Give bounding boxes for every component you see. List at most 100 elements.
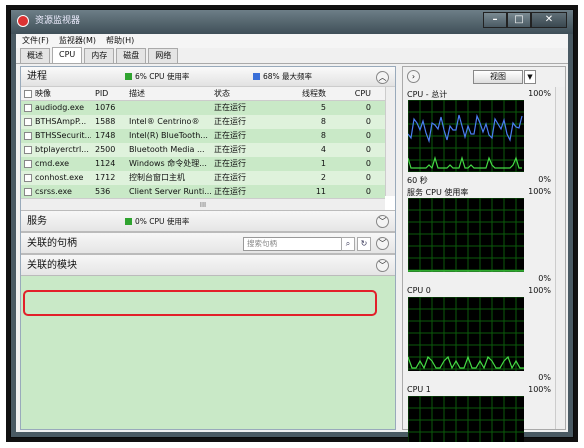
close-button[interactable]: ✕	[531, 12, 567, 28]
service-cpu-graph	[408, 198, 524, 272]
col-pid[interactable]: PID	[95, 87, 125, 101]
service-cpu-max: 100%	[528, 187, 551, 196]
services-section-header[interactable]: 服务 0% CPU 使用率 ﹀	[21, 210, 395, 232]
select-all-checkbox[interactable]	[24, 90, 32, 98]
row-checkbox[interactable]	[24, 132, 32, 140]
modules-title: 关联的模块	[27, 260, 77, 271]
table-cell: 正在运行	[214, 117, 246, 126]
process-section-header[interactable]: 进程 6% CPU 使用率 68% 最大频率 ︿	[21, 67, 395, 87]
col-image[interactable]: 映像	[35, 87, 85, 101]
cpu-total-graph	[408, 100, 524, 172]
services-cpu-swatch	[125, 218, 132, 225]
table-row[interactable]: conhost.exe 1712 控制台窗口主机 正在运行 2 0	[21, 171, 385, 185]
handles-section-header[interactable]: 关联的句柄 搜索句柄 ⌕ ↻ ﹀	[21, 232, 395, 254]
table-cell: 1748	[95, 131, 116, 140]
cpu0-graph	[408, 297, 524, 371]
table-cell: 2500	[95, 145, 116, 154]
table-cell: 正在运行	[214, 173, 246, 182]
cpu-total-max: 100%	[528, 89, 551, 98]
view-button[interactable]: 视图	[473, 70, 523, 84]
table-cell: 1588	[95, 117, 116, 126]
table-cell: 8	[320, 131, 326, 140]
cpu1-max: 100%	[528, 385, 551, 394]
chevron-down-icon[interactable]: ▼	[524, 70, 536, 84]
table-cell: cmd.exe	[35, 159, 70, 168]
table-row[interactable]: audiodg.exe 1076 正在运行 5 0	[21, 101, 385, 115]
process-cpu-usage: 6% CPU 使用率	[135, 72, 190, 81]
table-cell: Intel(R) BlueTooth...	[129, 131, 208, 140]
row-checkbox[interactable]	[24, 118, 32, 126]
menu-bar: 文件(F) 监视器(M) 帮助(H)	[16, 34, 568, 48]
services-cpu-usage: 0% CPU 使用率	[135, 217, 190, 226]
tab-disk[interactable]: 磁盘	[116, 48, 147, 63]
app-icon	[17, 15, 29, 27]
row-checkbox[interactable]	[24, 146, 32, 154]
row-checkbox[interactable]	[24, 188, 32, 196]
table-cell: BTHSSecurit...	[35, 131, 91, 140]
cpu-total-label: CPU - 总计	[407, 90, 448, 99]
table-row[interactable]: BTHSAmpP... 1588 Intel® Centrino® 正在运行 8 0	[21, 115, 385, 129]
expand-icon[interactable]: ﹀	[376, 259, 389, 272]
table-cell: 11	[315, 187, 326, 196]
table-cell: 1712	[95, 173, 116, 182]
expand-icon[interactable]: ﹀	[376, 237, 389, 250]
table-cell: 0	[365, 145, 371, 154]
process-horizontal-scrollbar[interactable]: III	[21, 198, 385, 210]
table-cell: 8	[320, 117, 326, 126]
services-title: 服务	[27, 216, 47, 227]
cpu-total-frequency-line	[408, 113, 523, 144]
table-row[interactable]: btplayerctrl... 2500 Bluetooth Media ... 正在…	[21, 143, 385, 157]
row-checkbox[interactable]	[24, 174, 32, 182]
time-span-label: 60 秒	[407, 176, 428, 185]
col-description[interactable]: 描述	[129, 87, 209, 101]
table-row[interactable]: BTHSSecurit... 1748 Intel(R) BlueTooth... 正…	[21, 129, 385, 143]
cpu-usage-swatch	[125, 73, 132, 80]
table-row[interactable]: cmd.exe 1124 Windows 命令处理... 正在运行 1 0	[21, 157, 385, 171]
process-vertical-scrollbar[interactable]	[385, 87, 395, 196]
process-table: 映像 PID 描述 状态 线程数 CPU audiodg.exe 1076 正在运行…	[21, 87, 395, 210]
minimize-button[interactable]: –	[483, 12, 507, 28]
tab-network[interactable]: 网络	[148, 48, 179, 63]
table-cell: 0	[365, 131, 371, 140]
table-cell: Intel® Centrino®	[129, 117, 200, 126]
collapse-icon[interactable]: ︿	[376, 71, 389, 84]
table-cell: 0	[365, 173, 371, 182]
expand-icon[interactable]: ﹀	[376, 215, 389, 228]
tab-overview[interactable]: 概述	[20, 48, 50, 63]
refresh-icon[interactable]: ↻	[357, 237, 371, 251]
search-icon[interactable]: ⌕	[341, 237, 355, 251]
table-cell: 2	[320, 173, 326, 182]
menu-help[interactable]: 帮助(H)	[106, 34, 134, 48]
cpu0-max: 100%	[528, 286, 551, 295]
maximize-button[interactable]: □	[507, 12, 531, 28]
col-threads[interactable]: 线程数	[281, 87, 326, 101]
tab-cpu[interactable]: CPU	[52, 47, 83, 63]
tab-memory[interactable]: 内存	[84, 48, 115, 63]
menu-file[interactable]: 文件(F)	[22, 34, 49, 48]
table-cell: 1	[320, 159, 326, 168]
expand-right-icon[interactable]: ›	[407, 70, 420, 83]
cpu1-graph	[408, 396, 524, 442]
menu-monitor[interactable]: 监视器(M)	[59, 34, 96, 48]
client-area: 文件(F) 监视器(M) 帮助(H) 概述 CPU 内存 磁盘 网络 进程 6%…	[16, 34, 568, 442]
graph-toolbar: › 视图 ▼	[403, 67, 565, 87]
table-cell: Bluetooth Media ...	[129, 145, 205, 154]
col-status[interactable]: 状态	[214, 87, 254, 101]
right-vertical-scrollbar[interactable]	[555, 87, 565, 429]
tab-bar: 概述 CPU 内存 磁盘 网络	[16, 47, 568, 64]
table-cell: 正在运行	[214, 131, 246, 140]
table-cell: 0	[365, 103, 371, 112]
table-cell: conhost.exe	[35, 173, 84, 182]
table-cell: 5	[320, 103, 326, 112]
title-bar: 资源监视器 – □ ✕	[11, 10, 573, 34]
table-cell: 正在运行	[214, 103, 246, 112]
row-checkbox[interactable]	[24, 104, 32, 112]
table-row[interactable]: csrss.exe 536 Client Server Runti... 正在运行 11…	[21, 185, 385, 199]
col-cpu[interactable]: CPU	[343, 87, 371, 101]
search-handles-input[interactable]: 搜索句柄	[243, 237, 351, 251]
modules-section-header[interactable]: 关联的模块 ﹀	[21, 254, 395, 276]
handles-title: 关联的句柄	[27, 238, 77, 249]
table-cell: 正在运行	[214, 159, 246, 168]
row-checkbox[interactable]	[24, 160, 32, 168]
table-cell: audiodg.exe	[35, 103, 85, 112]
